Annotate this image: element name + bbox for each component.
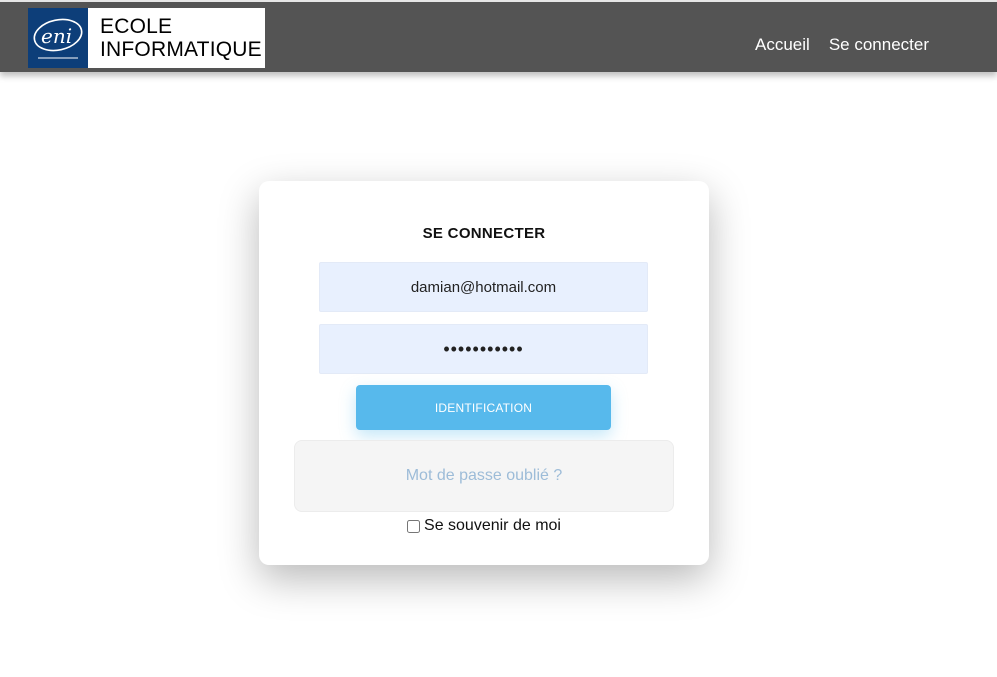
- brand-line-2: INFORMATIQUE: [100, 38, 262, 61]
- brand-line-1: ECOLE: [100, 15, 173, 38]
- forgot-password-link[interactable]: Mot de passe oublié ?: [294, 440, 674, 512]
- identification-button[interactable]: IDENTIFICATION: [356, 385, 611, 430]
- nav-link-accueil[interactable]: Accueil: [755, 35, 810, 55]
- login-card: SE CONNECTER IDENTIFICATION Mot de passe…: [259, 181, 709, 565]
- email-field[interactable]: [319, 262, 648, 312]
- svg-text:eni: eni: [41, 24, 72, 48]
- nav-link-se-connecter[interactable]: Se connecter: [829, 35, 929, 55]
- remember-me[interactable]: Se souvenir de moi: [259, 517, 709, 535]
- remember-me-label: Se souvenir de moi: [424, 517, 561, 534]
- eni-logo-icon: eni: [28, 8, 88, 68]
- brand-name: ECOLE INFORMATIQUE: [88, 8, 262, 68]
- nav-links: Accueil Se connecter: [755, 35, 929, 55]
- login-title: SE CONNECTER: [422, 225, 546, 242]
- top-navbar: eni ECOLE INFORMATIQUE Accueil Se connec…: [0, 0, 997, 72]
- brand-logo-link[interactable]: eni ECOLE INFORMATIQUE: [28, 8, 265, 68]
- password-field[interactable]: [319, 324, 648, 374]
- remember-me-checkbox[interactable]: [407, 519, 421, 533]
